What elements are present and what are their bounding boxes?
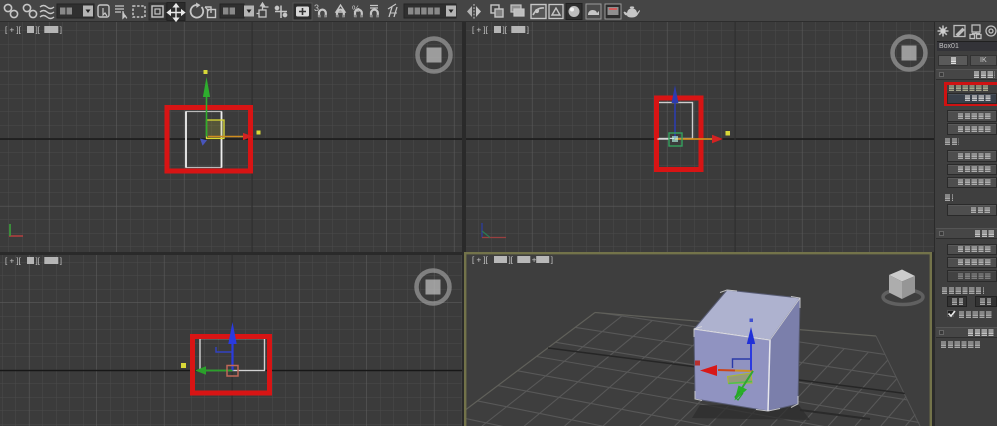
svg-text:]: ] <box>60 257 62 266</box>
svg-text:][: ][ <box>36 257 41 266</box>
svg-text:][: ][ <box>509 256 514 265</box>
svg-text:]: ] <box>60 26 62 35</box>
svg-text:[ + ][: [ + ][ <box>472 26 489 35</box>
svg-text:[ + ][: [ + ][ <box>472 256 489 265</box>
svg-text:][: ][ <box>36 26 41 35</box>
svg-text:+: + <box>532 256 537 265</box>
svg-text:[ + ][: [ + ][ <box>5 26 22 35</box>
svg-text:[ + ][: [ + ][ <box>5 257 22 266</box>
svg-text:]: ] <box>551 256 553 265</box>
svg-text:]: ] <box>527 26 529 35</box>
svg-text:][: ][ <box>503 26 508 35</box>
